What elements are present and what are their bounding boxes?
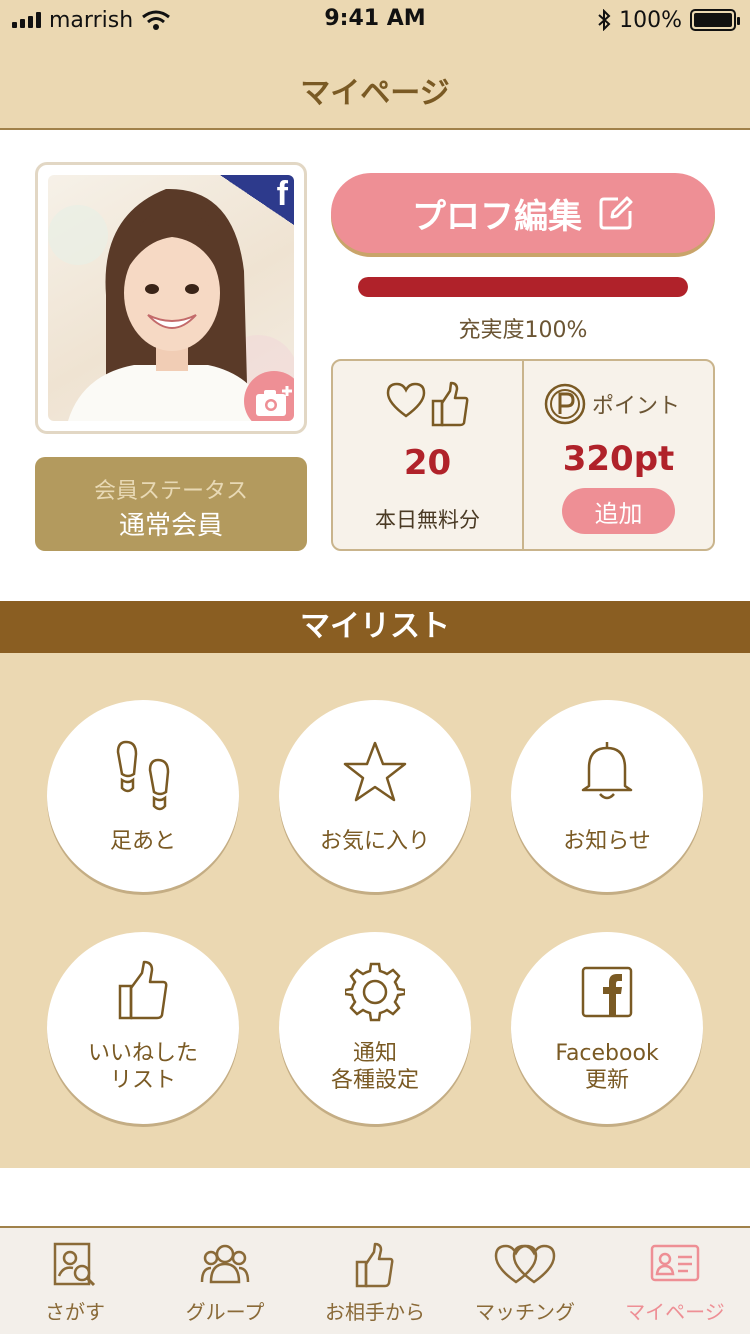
mylist-notification-settings[interactable]: 通知 各種設定: [279, 932, 471, 1124]
thumbs-up-icon: [355, 1242, 394, 1288]
mylist-label: いいねした リスト: [87, 1041, 198, 1093]
mylist-header: マイリスト: [0, 601, 750, 653]
tab-label: マッチング: [475, 1300, 575, 1324]
bluetooth-icon: [598, 9, 611, 31]
gear-icon: [345, 962, 405, 1022]
tab-mypage[interactable]: マイページ: [600, 1228, 750, 1334]
facebook-badge: f: [220, 175, 294, 225]
star-icon: [343, 741, 407, 802]
edit-icon: [599, 196, 633, 230]
mylist-facebook-update[interactable]: Facebook 更新: [511, 932, 703, 1124]
thumbs-up-icon: [118, 960, 168, 1020]
tab-bar: さがす グループ お相手から マッチング マイページ: [0, 1226, 750, 1334]
thumbs-up-icon: [431, 381, 469, 427]
page-title: マイページ: [300, 76, 450, 111]
hearts-icon: [494, 1244, 556, 1284]
free-likes-label: 本日無料分: [375, 508, 480, 532]
mylist-footprints[interactable]: 足あと: [47, 700, 239, 892]
points-value: 320pt: [562, 439, 675, 479]
mylist-favorites[interactable]: お気に入り: [279, 700, 471, 892]
tab-matching[interactable]: マッチング: [450, 1228, 600, 1334]
tab-label: さがす: [45, 1300, 105, 1324]
edit-profile-button[interactable]: プロフ編集: [331, 173, 715, 253]
mylist-label: お知らせ: [563, 829, 651, 854]
tab-label: グループ: [185, 1300, 265, 1324]
mylist-label: 通知 各種設定: [330, 1041, 419, 1093]
facebook-icon: [581, 966, 633, 1018]
tab-label: お相手から: [325, 1300, 425, 1324]
battery-icon: [690, 9, 740, 31]
add-points-button[interactable]: 追加: [562, 488, 675, 534]
mylist-label: Facebook 更新: [555, 1041, 659, 1093]
tab-label: マイページ: [625, 1300, 725, 1324]
member-status-value: 通常会員: [118, 511, 223, 541]
stats-box: 20 本日無料分 ポイント 320pt 追加: [331, 359, 715, 551]
nav-bar: マイページ: [0, 40, 750, 130]
mylist-area: 足あと お気に入り お知らせ いいねした リスト 通知 各種設定 Faceboo…: [0, 653, 750, 1168]
status-bar: marrish 9:41 AM 100%: [0, 0, 750, 40]
points-header: ポイント: [544, 383, 680, 425]
edit-profile-label: プロフ編集: [412, 196, 582, 237]
like-icons: [385, 381, 469, 429]
footprints-icon: [116, 740, 170, 811]
completion-progress-bar: [358, 277, 688, 297]
search-profile-icon: [53, 1242, 96, 1287]
mylist-label: 足あと: [109, 829, 176, 854]
battery-percent: 100%: [619, 7, 682, 33]
member-status-box: 会員ステータス 通常会員: [35, 457, 307, 551]
bell-icon: [581, 742, 633, 800]
profile-card-icon: [650, 1244, 700, 1282]
profile-photo[interactable]: f: [48, 175, 294, 421]
status-right: 100%: [597, 6, 740, 34]
points-label: ポイント: [592, 394, 681, 419]
point-coin-icon: [544, 383, 586, 425]
heart-icon: [386, 382, 426, 418]
completion-progress-fill: [358, 277, 688, 297]
member-status-label: 会員ステータス: [93, 479, 248, 504]
facebook-badge-letter: f: [276, 175, 288, 213]
profile-photo-frame[interactable]: f: [35, 162, 307, 434]
tab-from-partner[interactable]: お相手から: [300, 1228, 450, 1334]
free-likes-count: 20: [403, 443, 452, 483]
tab-search[interactable]: さがす: [0, 1228, 150, 1334]
mylist-notifications[interactable]: お知らせ: [511, 700, 703, 892]
mylist-liked-list[interactable]: いいねした リスト: [47, 932, 239, 1124]
points-panel: ポイント 320pt 追加: [524, 361, 713, 549]
tab-group[interactable]: グループ: [150, 1228, 300, 1334]
free-likes-panel: 20 本日無料分: [333, 361, 522, 549]
completion-text: 充実度100%: [458, 318, 588, 343]
camera-plus-icon: [256, 386, 292, 416]
mylist-label: お気に入り: [319, 829, 430, 854]
group-icon: [200, 1244, 250, 1284]
